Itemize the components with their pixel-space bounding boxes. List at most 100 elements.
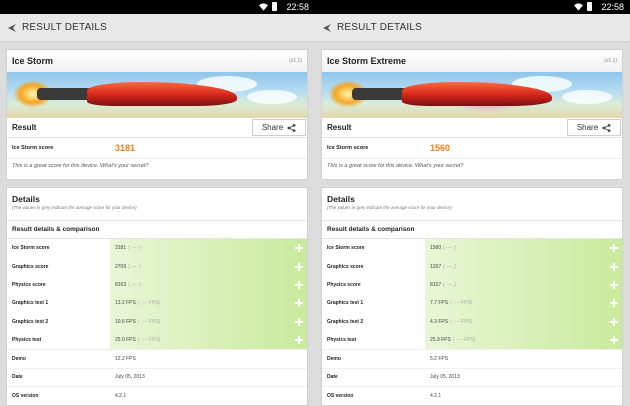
row-average: ( ---- FPS) [137,318,161,325]
plus-icon[interactable] [610,317,618,326]
result-label: Result [12,123,37,132]
details-card: Details (The values in grey indicate the… [6,187,308,406]
details-header: Details (The values in grey indicate the… [7,188,307,221]
result-card: Ice Storm (v1.1) Result Share Ice Storm … [6,49,308,180]
comparison-row[interactable]: Graphics score 2709 ( ---- ) [7,257,307,276]
comparison-row-label: Graphics score [12,263,49,270]
score-value: 3181 [115,143,136,153]
comparison-row-label: Physics test [327,337,357,344]
comparison-row[interactable]: Ice Storm score 3181 ( ---- ) [7,239,307,258]
info-row-label: Date [12,374,23,381]
info-row-value: July 05, 2013 [430,374,460,381]
comparison-row[interactable]: Physics test 25.9 FPS ( ---- FPS) [322,330,622,350]
comparison-row-label: Graphics test 2 [12,318,49,325]
details-title: Details [327,194,355,204]
plus-icon[interactable] [295,336,303,345]
comparison-row-label: Physics score [327,281,361,288]
share-button[interactable]: Share [252,119,306,136]
comparison-row-label: Graphics test 1 [12,300,49,307]
comparison-row-value: 4.3 FPS ( ---- FPS) [425,312,622,331]
details-subtitle: (The values in grey indicate the average… [12,205,137,210]
info-row-label: OS version [327,392,354,399]
info-row-label: OS version [12,392,39,399]
wifi-icon [574,2,583,11]
comparison-row-label: Ice Storm score [12,245,50,252]
comparison-row[interactable]: Physics test 25.9 FPS ( ---- FPS) [7,330,307,350]
row-average: ( ---- FPS) [137,300,161,307]
comparison-row-label: Graphics test 1 [327,300,364,307]
app-bar: RESULT DETAILS [315,14,630,42]
comparison-row-value: 25.9 FPS ( ---- FPS) [110,330,307,350]
row-average: ( ---- ) [443,263,456,270]
info-row: Date July 05, 2013 [7,367,307,386]
status-bar: 22:58 [0,0,315,14]
result-row: Result Share [322,118,622,138]
row-average: ( ---- FPS) [452,337,476,344]
comparison-row-value: 2709 ( ---- ) [110,257,307,276]
comparison-row-value: 25.9 FPS ( ---- FPS) [425,330,622,350]
comparison-row-value: 3181 ( ---- ) [110,239,307,258]
row-value: 25.9 FPS [430,337,451,344]
plus-icon[interactable] [610,280,618,289]
info-row-value: July 05, 2013 [115,374,145,381]
score-note: This is a great score for this device. W… [327,163,464,169]
comparison-row-value: 7.7 FPS ( ---- FPS) [425,294,622,313]
comparison-row[interactable]: Physics score 8163 ( ---- ) [7,275,307,295]
row-value: 1267 [430,263,442,270]
comparison-row-value: 8157 ( ---- ) [425,275,622,295]
info-row-value: 5.2 FPS [430,356,449,363]
details-header: Details (The values in grey indicate the… [322,188,622,221]
plus-icon[interactable] [295,244,303,253]
comparison-title: Result details & comparison [7,221,307,239]
row-value: 1560 [430,245,442,252]
battery-icon [587,2,592,11]
info-row: Demo 12.2 FPS [7,349,307,367]
app-title: RESULT DETAILS [337,22,423,33]
comparison-row[interactable]: Graphics test 2 4.3 FPS ( ---- FPS) [322,312,622,331]
score-label: Ice Storm score [12,145,54,151]
comparison-row-value: 13.2 FPS ( ---- FPS) [110,294,307,313]
row-value: 8163 [115,281,127,288]
comparison-row[interactable]: Physics score 8157 ( ---- ) [322,275,622,295]
plus-icon[interactable] [610,299,618,308]
plus-icon[interactable] [295,317,303,326]
comparison-row[interactable]: Graphics test 2 10.6 FPS ( ---- FPS) [7,312,307,331]
result-row: Result Share [7,118,307,138]
back-icon[interactable] [7,23,17,33]
info-row: OS version 4.2.1 [322,386,622,404]
score-note: This is a great score for this device. W… [12,163,149,169]
plus-icon[interactable] [295,262,303,271]
test-banner-image [322,72,622,118]
comparison-row-label: Physics test [12,337,42,344]
comparison-row-value: 1560 ( ---- ) [425,239,622,258]
comparison-row-label: Physics score [12,281,46,288]
status-bar: 22:58 [315,0,630,14]
share-button[interactable]: Share [567,119,621,136]
row-value: 25.9 FPS [115,337,136,344]
info-row: Date July 05, 2013 [322,367,622,386]
comparison-row[interactable]: Graphics test 1 13.2 FPS ( ---- FPS) [7,294,307,313]
test-banner-image [7,72,307,118]
test-version: (v1.1) [289,58,302,64]
plus-icon[interactable] [610,262,618,271]
plus-icon[interactable] [610,336,618,345]
row-value: 10.6 FPS [115,318,136,325]
comparison-row-value: 8163 ( ---- ) [110,275,307,295]
plus-icon[interactable] [610,244,618,253]
comparison-row[interactable]: Ice Storm score 1560 ( ---- ) [322,239,622,258]
row-average: ( ---- ) [443,245,456,252]
result-label: Result [327,123,352,132]
plus-icon[interactable] [295,299,303,308]
battery-icon [272,2,277,11]
info-row-label: Demo [327,356,341,363]
back-icon[interactable] [322,23,332,33]
plus-icon[interactable] [295,280,303,289]
test-header: Ice Storm (v1.1) [7,50,307,72]
test-version: (v1.1) [604,58,617,64]
comparison-row[interactable]: Graphics score 1267 ( ---- ) [322,257,622,276]
result-screen: 22:58 RESULT DETAILS Ice Storm Extreme (… [315,0,630,406]
comparison-row-label: Graphics score [327,263,364,270]
comparison-row-value: 10.6 FPS ( ---- FPS) [110,312,307,331]
row-average: ( ---- ) [443,281,456,288]
comparison-row[interactable]: Graphics test 1 7.7 FPS ( ---- FPS) [322,294,622,313]
